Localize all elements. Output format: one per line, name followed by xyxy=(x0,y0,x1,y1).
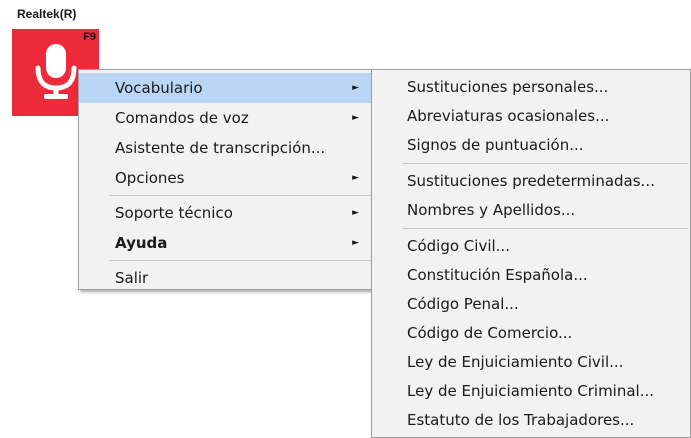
menu-item-asistente[interactable]: Asistente de transcripción... xyxy=(79,133,371,163)
submenu-item-sustituciones-personales[interactable]: Sustituciones personales... xyxy=(372,73,690,102)
submenu-item-codigo-penal[interactable]: Código Penal... xyxy=(372,290,690,319)
device-label: Realtek(R) xyxy=(17,7,77,21)
submenu-item-label: Sustituciones predeterminadas... xyxy=(407,172,655,190)
menu-item-ayuda[interactable]: Ayuda ► xyxy=(79,228,371,258)
menu-item-label: Soporte técnico xyxy=(115,204,233,222)
submenu-arrow-icon: ► xyxy=(352,83,359,93)
submenu-item-ley-enjuiciamiento-civil[interactable]: Ley de Enjuiciamiento Civil... xyxy=(372,348,690,377)
menu-item-label: Comandos de voz xyxy=(115,109,249,127)
menu-item-soporte-tecnico[interactable]: Soporte técnico ► xyxy=(79,198,371,228)
submenu-item-codigo-civil[interactable]: Código Civil... xyxy=(372,232,690,261)
microphone-icon xyxy=(35,44,77,99)
submenu-item-label: Nombres y Apellidos... xyxy=(407,201,576,219)
submenu-item-label: Ley de Enjuiciamiento Criminal... xyxy=(407,382,655,400)
desktop: Realtek(R) F9 Vocabulario ► Comandos de … xyxy=(0,0,691,438)
submenu-arrow-icon: ► xyxy=(352,208,359,218)
submenu-item-constitucion-espanola[interactable]: Constitución Española... xyxy=(372,261,690,290)
menu-separator xyxy=(402,228,688,229)
menu-item-opciones[interactable]: Opciones ► xyxy=(79,163,371,193)
submenu-item-sustituciones-predeterminadas[interactable]: Sustituciones predeterminadas... xyxy=(372,167,690,196)
submenu-item-estatuto-trabajadores[interactable]: Estatuto de los Trabajadores... xyxy=(372,406,690,435)
submenu-item-label: Código Civil... xyxy=(407,237,510,255)
submenu-item-label: Abreviaturas ocasionales... xyxy=(407,107,610,125)
menu-separator xyxy=(402,163,688,164)
context-menu: Vocabulario ► Comandos de voz ► Asistent… xyxy=(78,69,372,290)
submenu-item-codigo-de-comercio[interactable]: Código de Comercio... xyxy=(372,319,690,348)
submenu-item-label: Signos de puntuación... xyxy=(407,136,584,154)
submenu-item-signos-de-puntuacion[interactable]: Signos de puntuación... xyxy=(372,131,690,160)
submenu-arrow-icon: ► xyxy=(352,238,359,248)
submenu-arrow-icon: ► xyxy=(352,173,359,183)
menu-item-label: Vocabulario xyxy=(115,79,203,97)
submenu-item-label: Código Penal... xyxy=(407,295,519,313)
menu-item-vocabulario[interactable]: Vocabulario ► xyxy=(79,73,371,103)
menu-item-label: Ayuda xyxy=(115,234,168,252)
hotkey-label: F9 xyxy=(83,31,96,43)
submenu-item-label: Sustituciones personales... xyxy=(407,78,609,96)
menu-separator xyxy=(109,260,371,261)
menu-item-salir[interactable]: Salir xyxy=(79,263,371,293)
menu-item-comandos-de-voz[interactable]: Comandos de voz ► xyxy=(79,103,371,133)
submenu-item-label: Estatuto de los Trabajadores... xyxy=(407,411,635,429)
submenu-item-nombres-y-apellidos[interactable]: Nombres y Apellidos... xyxy=(372,196,690,225)
submenu-item-abreviaturas-ocasionales[interactable]: Abreviaturas ocasionales... xyxy=(372,102,690,131)
submenu-item-label: Ley de Enjuiciamiento Civil... xyxy=(407,353,624,371)
menu-item-label: Asistente de transcripción... xyxy=(115,139,326,157)
menu-separator xyxy=(109,195,371,196)
submenu-item-ley-enjuiciamiento-criminal[interactable]: Ley de Enjuiciamiento Criminal... xyxy=(372,377,690,406)
submenu-item-label: Constitución Española... xyxy=(407,266,588,284)
submenu-arrow-icon: ► xyxy=(352,113,359,123)
vocabulario-submenu: Sustituciones personales... Abreviaturas… xyxy=(371,69,691,438)
menu-item-label: Opciones xyxy=(115,169,185,187)
submenu-item-label: Código de Comercio... xyxy=(407,324,573,342)
menu-item-label: Salir xyxy=(115,269,149,287)
